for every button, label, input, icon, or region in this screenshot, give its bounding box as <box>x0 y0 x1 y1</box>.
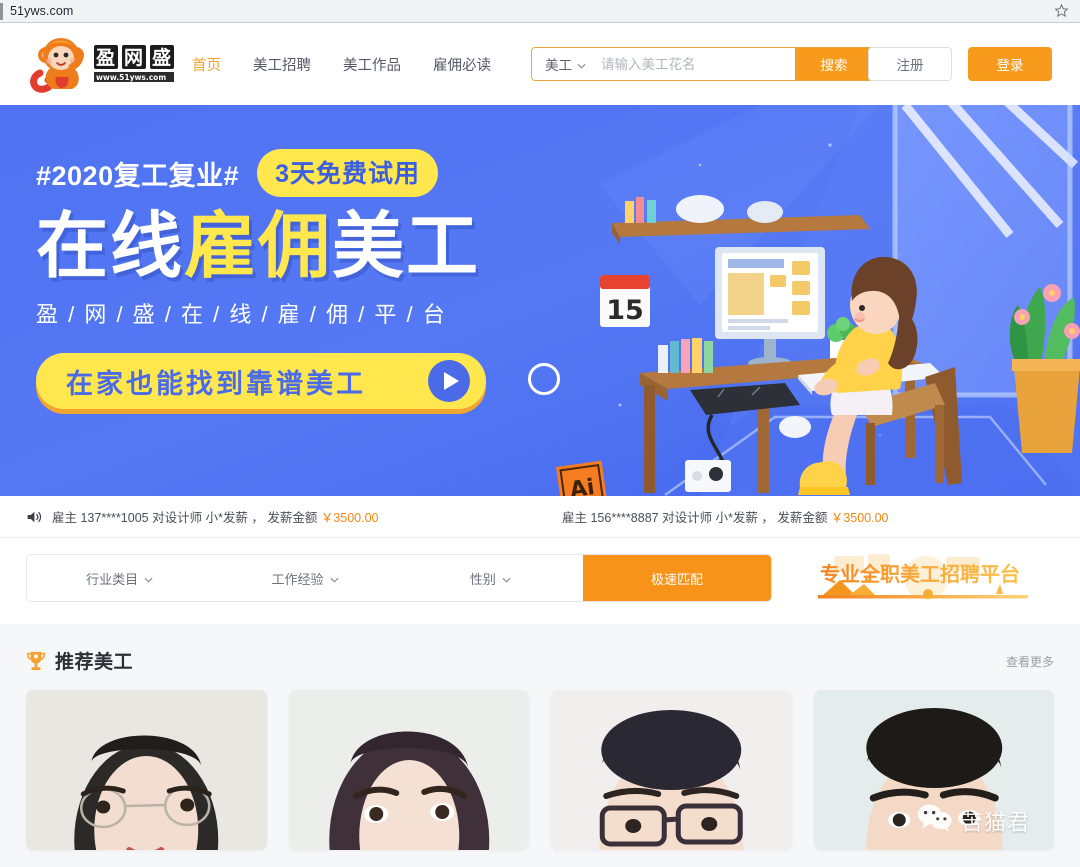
hero-tagline-row: #2020复工复业# 3天免费试用 <box>36 149 506 197</box>
recommended-artists-section: 推荐美工 查看更多 苦猫君 <box>0 624 1080 867</box>
login-button[interactable]: 登录 <box>968 47 1052 81</box>
svg-text:盛: 盛 <box>152 46 171 69</box>
speaker-icon <box>26 509 42 525</box>
ticker-item-2: 雇主 156****8887 对设计师 小*发薪 ， 发薪金额 ￥3500.00 <box>562 507 889 526</box>
side-promo-banner[interactable]: 专业全职美工招聘平台 <box>796 554 1054 602</box>
svg-text:网: 网 <box>124 47 143 69</box>
search-category-label: 美工 <box>545 58 572 73</box>
ticker-item-1-text: 雇主 137****1005 对设计师 小*发薪 ， 发薪金额 <box>52 511 321 525</box>
svg-text:专业全职美工招聘平台: 专业全职美工招聘平台 <box>820 562 1020 586</box>
artist-card[interactable] <box>551 690 792 850</box>
svg-text:Ai: Ai <box>568 475 596 496</box>
filter-industry-category[interactable]: 行业类目 <box>27 555 212 601</box>
hero-free-trial-badge: 3天免费试用 <box>257 149 439 197</box>
wechat-watermark-text: 苦猫君 <box>960 809 1030 835</box>
artist-card[interactable]: 苦猫君 <box>813 690 1054 850</box>
ticker-item-1: 雇主 137****1005 对设计师 小*发薪 ， 发薪金额 ￥3500.00 <box>52 507 379 526</box>
chevron-down-icon <box>144 571 153 586</box>
filter-experience-label: 工作经验 <box>271 571 324 587</box>
main-navigation: 首页 美工招聘 美工作品 雇佣必读 <box>192 54 523 75</box>
see-more-link[interactable]: 查看更多 <box>1006 653 1054 670</box>
nav-item-works[interactable]: 美工作品 <box>343 54 401 75</box>
browser-address-bar[interactable]: 51yws.com <box>0 0 1080 23</box>
wechat-icon <box>917 803 953 838</box>
svg-text:盈: 盈 <box>95 47 115 69</box>
star-icon[interactable] <box>1054 3 1069 18</box>
hero-subtitle: 盈 / 网 / 盛 / 在 / 线 / 雇 / 佣 / 平 / 台 <box>36 302 447 328</box>
chevron-down-icon <box>502 571 511 586</box>
hero-title-part1: 在线 <box>36 207 185 287</box>
portrait-man-glasses <box>551 690 792 850</box>
filter-work-experience[interactable]: 工作经验 <box>212 555 397 601</box>
artist-card[interactable] <box>26 690 267 850</box>
play-icon[interactable] <box>428 360 470 403</box>
hero-title-highlight: 雇佣 <box>184 207 333 287</box>
hero-title-part2: 美工 <box>332 207 481 287</box>
search-category-dropdown[interactable]: 美工 <box>532 48 597 80</box>
decorative-ring <box>528 363 560 395</box>
hero-banner[interactable]: 15 Ai Ps <box>0 105 1080 496</box>
section-title: 推荐美工 <box>55 652 134 673</box>
filter-bar: 行业类目 工作经验 性别 极速匹配 <box>26 554 772 602</box>
monkey-mascot-logo[interactable]: 盈 网 盛 www.51yws.com <box>26 33 176 95</box>
wechat-watermark: 苦猫君 <box>917 803 1030 838</box>
nav-item-home[interactable]: 首页 <box>192 54 221 75</box>
site-header: 盈 网 盛 www.51yws.com 首页 美工招聘 美工作品 雇佣必读 美工… <box>0 23 1080 105</box>
hero-title: 在线雇佣美工 <box>36 209 506 285</box>
svg-text:www.51yws.com: www.51yws.com <box>96 73 166 82</box>
portrait-woman-long-hair <box>288 690 529 850</box>
hero-copy: #2020复工复业# 3天免费试用 在线雇佣美工 盈 / 网 / 盛 / 在 /… <box>36 149 506 410</box>
chevron-down-icon <box>577 57 586 72</box>
chevron-down-icon <box>329 571 339 586</box>
ticker-item-1-amount: ￥3500.00 <box>320 511 379 525</box>
ticker-item-2-text: 雇主 156****8887 对设计师 小*发薪 ， 发薪金额 <box>562 511 831 525</box>
nav-item-jobs[interactable]: 美工招聘 <box>253 54 311 75</box>
payment-ticker: 雇主 137****1005 对设计师 小*发薪 ， 发薪金额 ￥3500.00… <box>0 496 1080 538</box>
svg-text:15: 15 <box>606 295 644 326</box>
search-bar: 美工 搜索 <box>531 47 874 81</box>
search-button[interactable]: 搜索 <box>795 48 873 80</box>
auth-buttons: 注册 登录 <box>868 47 1052 81</box>
artist-card-list: 苦猫君 <box>0 674 1080 850</box>
nav-item-guide[interactable]: 雇佣必读 <box>433 54 491 75</box>
hero-cta-button[interactable]: 在家也能找到靠谱美工 <box>36 353 486 410</box>
quick-match-button[interactable]: 极速匹配 <box>582 555 771 601</box>
filter-gender-label: 性别 <box>469 571 496 587</box>
portrait-woman-glasses <box>26 690 267 850</box>
ticker-item-2-amount: ￥3500.00 <box>830 511 889 525</box>
filter-zone: 行业类目 工作经验 性别 极速匹配 专业全职美工招聘平台 <box>0 538 1080 624</box>
search-input[interactable] <box>597 48 795 80</box>
filter-industry-label: 行业类目 <box>86 571 139 587</box>
artist-card[interactable] <box>288 690 529 850</box>
hero-hashtag: #2020复工复业# <box>36 160 240 191</box>
section-header: 推荐美工 查看更多 <box>0 625 1080 674</box>
trophy-icon <box>26 650 46 672</box>
hero-cta-label: 在家也能找到靠谱美工 <box>66 368 366 399</box>
browser-url-text[interactable]: 51yws.com <box>10 4 73 18</box>
register-button[interactable]: 注册 <box>868 47 952 81</box>
filter-gender[interactable]: 性别 <box>398 555 583 601</box>
